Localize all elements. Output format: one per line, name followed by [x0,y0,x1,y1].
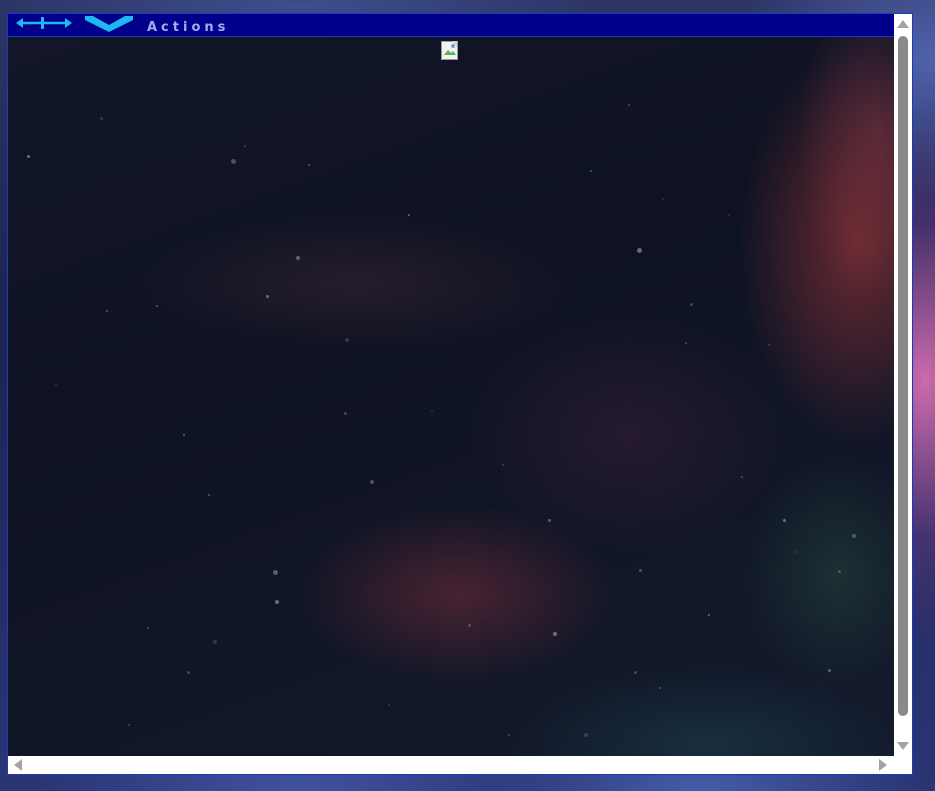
background-star [106,310,108,312]
background-star [183,434,185,436]
background-star [548,519,551,522]
panel-title: Actions [147,20,230,35]
background-star [590,170,592,172]
background-star [308,164,310,166]
background-star [344,412,347,415]
panel-content-area[interactable] [8,14,894,756]
background-star [690,303,693,306]
background-star [838,570,841,573]
scrollbar-corner [894,756,912,774]
background-star [468,624,471,627]
broken-image-icon [441,41,458,60]
background-star [634,671,637,674]
background-star [584,733,588,737]
page-background: { "panel": { "title": "Actions", "icons"… [0,0,935,791]
background-star [345,338,349,342]
background-star [27,155,30,158]
background-star [275,600,279,604]
scroll-down-arrow-icon[interactable] [897,742,909,750]
background-star [659,687,661,689]
background-star [508,734,510,736]
background-star [370,480,374,484]
background-star [553,632,557,636]
background-star [213,640,217,644]
background-star [273,570,278,575]
background-star [431,410,433,412]
background-star [296,256,300,260]
scroll-right-arrow-icon[interactable] [879,759,887,771]
scroll-left-arrow-icon[interactable] [14,759,22,771]
background-star [128,724,130,726]
background-star [794,551,796,553]
background-star [628,104,630,106]
background-star [768,344,770,346]
background-star [662,198,664,200]
background-star [828,669,831,672]
background-star [502,464,504,466]
background-star [685,342,687,344]
background-star [708,614,710,616]
vertical-scroll-thumb[interactable] [898,36,908,716]
vertical-scrollbar[interactable] [894,14,912,756]
background-star [156,305,158,307]
background-star [187,671,190,674]
background-star [741,476,743,478]
background-star [637,248,642,253]
background-star [55,384,57,386]
background-star [639,569,642,572]
background-star [100,117,103,120]
background-star [388,704,390,706]
scroll-up-arrow-icon[interactable] [897,20,909,28]
background-star [728,214,730,216]
chevron-down-icon[interactable] [85,15,133,32]
background-star [244,145,246,147]
background-star [208,494,210,496]
background-star [266,295,269,298]
background-star [783,519,786,522]
background-star [147,627,149,629]
panel-title-bar[interactable]: Actions [8,14,894,37]
background-star [408,214,410,216]
actions-panel: Actions [7,13,913,775]
horizontal-resize-icon[interactable] [16,16,72,30]
horizontal-scrollbar[interactable] [8,756,894,774]
background-star [231,159,236,164]
background-star [852,534,856,538]
